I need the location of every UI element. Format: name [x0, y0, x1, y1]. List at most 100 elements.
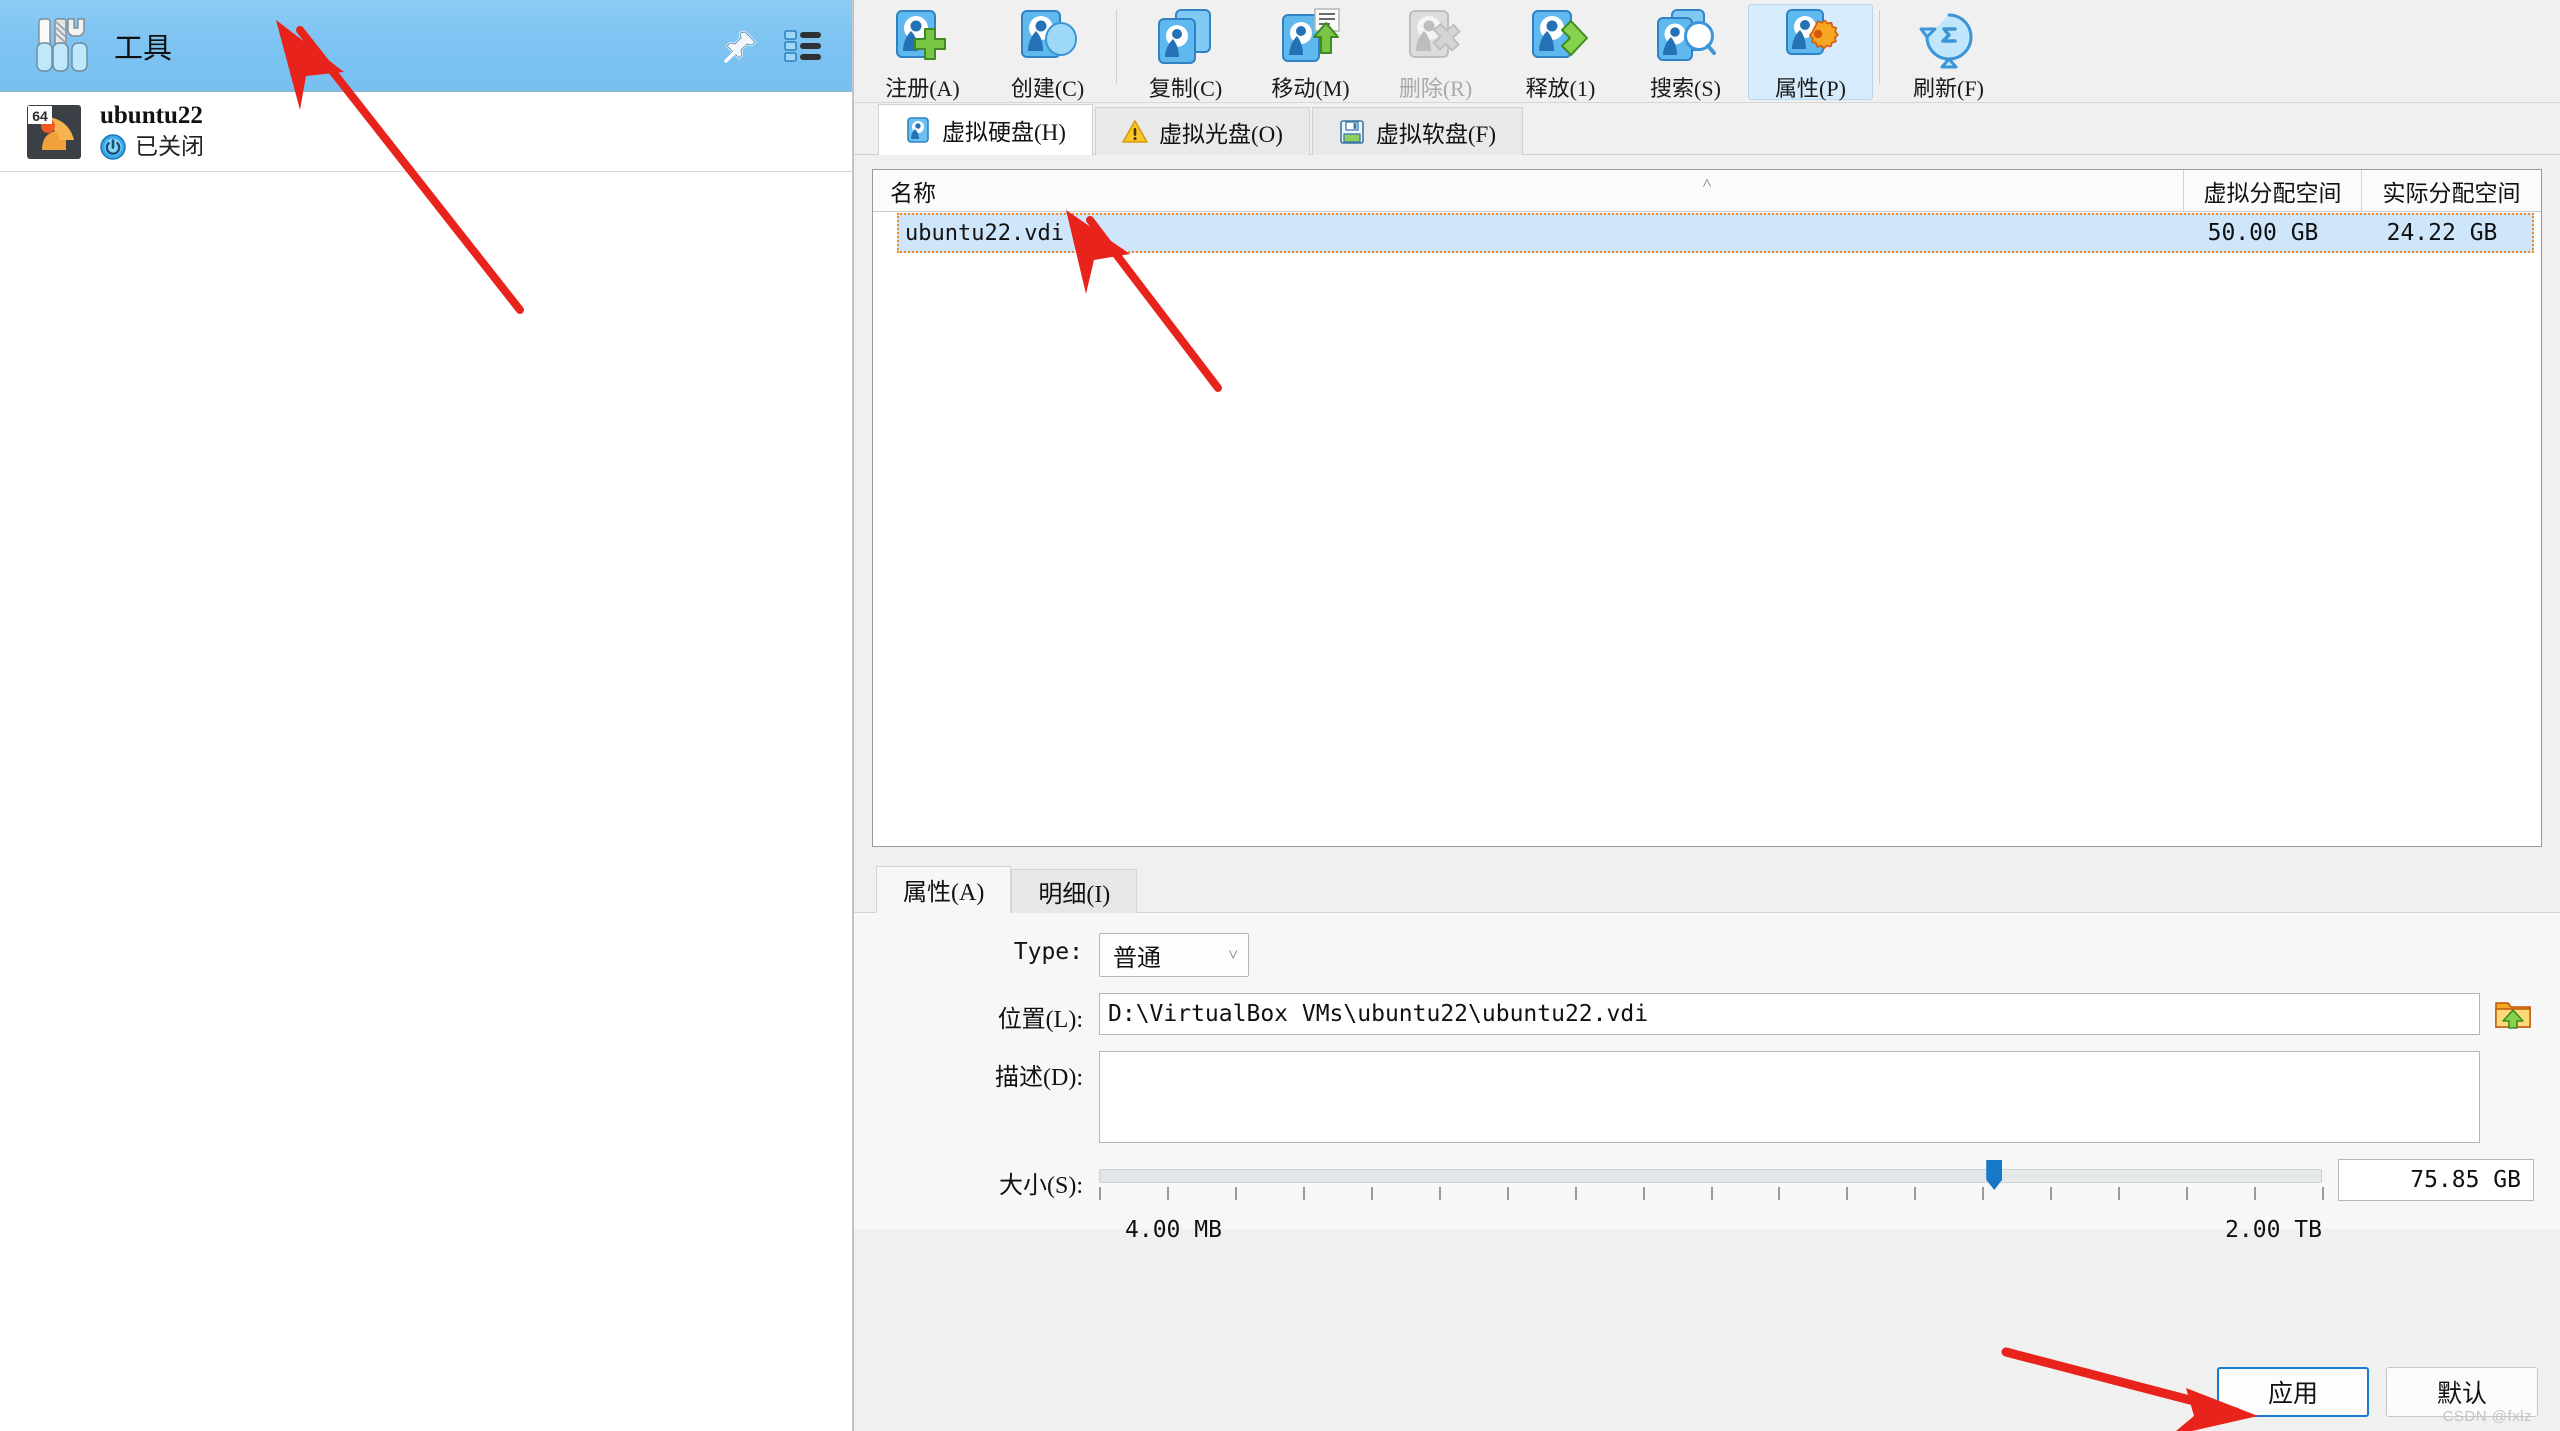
hard-disk-icon — [905, 117, 931, 143]
virtual-media-manager-window: 工具 64 ubuntu22 已关闭 注册(A) 创建(C) 复制(C) 移动(… — [0, 0, 2560, 1431]
properties-body: Type: 普通 ˅ 位置(L): D:\VirtualBox VMs\ubun… — [854, 913, 2560, 1243]
disk-search-icon — [1656, 9, 1716, 67]
tab-floppy-disks-label: 虚拟软盘(F) — [1375, 121, 1496, 147]
tab-hard-disks[interactable]: 虚拟硬盘(H) — [878, 104, 1093, 155]
slider-tick — [1166, 1187, 1169, 1200]
size-value-input[interactable]: 75.85 GB — [2338, 1159, 2534, 1201]
toolbar-button-register-label: 注册(A) — [885, 76, 960, 101]
tab-optical-disks-label: 虚拟光盘(O) — [1158, 121, 1283, 147]
tab-attributes-label: 属性(A) — [903, 880, 985, 906]
slider-tick — [1846, 1187, 1849, 1200]
location-row: 位置(L): D:\VirtualBox VMs\ubuntu22\ubuntu… — [854, 993, 2560, 1035]
slider-tick — [1914, 1187, 1917, 1200]
machine-sidebar: 工具 64 ubuntu22 已关闭 — [0, 0, 853, 1431]
toolbar-button-create-label: 创建(C) — [1010, 76, 1085, 101]
slider-tick — [1099, 1187, 1101, 1200]
toolbar-button-properties-label: 属性(P) — [1775, 76, 1846, 101]
apply-button[interactable]: 应用 — [2217, 1367, 2369, 1417]
disk-move-icon — [1281, 8, 1341, 67]
slider-tick — [1778, 1187, 1781, 1200]
tab-optical-disks[interactable]: 虚拟光盘(O) — [1094, 107, 1310, 155]
toolbar-button-refresh[interactable]: 刷新(F) — [1886, 4, 2011, 101]
cell-actual-size: 24.22 GB — [2386, 220, 2498, 246]
type-select[interactable]: 普通 ˅ — [1099, 933, 1249, 977]
toolbar-button-copy-label: 复制(C) — [1148, 76, 1223, 101]
sidebar-item-tools-label: 工具 — [114, 32, 173, 65]
size-max-label: 2.00 TB — [2225, 1217, 2322, 1243]
column-header-virtual-size[interactable]: 虚拟分配空间 — [2183, 170, 2361, 211]
toolbar-separator-2 — [1879, 10, 1880, 84]
slider-tick — [2322, 1187, 2324, 1200]
power-off-icon — [100, 134, 126, 161]
size-slider-fill — [1100, 1170, 1994, 1182]
browse-folder-button[interactable] — [2492, 993, 2534, 1035]
tab-hard-disks-label: 虚拟硬盘(H) — [942, 120, 1066, 145]
toolbar-button-remove-label: 删除(R) — [1398, 76, 1473, 101]
size-min-label: 4.00 MB — [1125, 1217, 1222, 1243]
ubuntu-vm-icon: 64 — [26, 104, 82, 160]
toolbar-button-properties[interactable]: 属性(P) — [1748, 4, 1873, 101]
location-input[interactable]: D:\VirtualBox VMs\ubuntu22\ubuntu22.vdi — [1099, 993, 2480, 1035]
tab-attributes[interactable]: 属性(A) — [876, 866, 1012, 913]
disk-create-icon — [1018, 9, 1078, 67]
location-label: 位置(L): — [997, 1007, 1083, 1033]
toolbar-button-create[interactable]: 创建(C) — [985, 4, 1110, 101]
vm-state-row: 已关闭 — [100, 134, 204, 161]
type-row: Type: 普通 ˅ — [854, 933, 2560, 977]
slider-tick — [1234, 1187, 1237, 1200]
tab-information[interactable]: 明细(I) — [1011, 869, 1138, 913]
slider-tick — [1438, 1187, 1441, 1200]
watermark: CSDN @fxlz — [2442, 1408, 2532, 1425]
chevron-down-icon: ˅ — [1228, 945, 1238, 964]
description-label: 描述(D): — [995, 1065, 1083, 1091]
size-row: 大小(S): 75.85 GB — [854, 1159, 2560, 1215]
slider-tick — [1710, 1187, 1713, 1200]
tab-information-label: 明细(I) — [1038, 882, 1111, 908]
media-table: 名称 ˄ 虚拟分配空间 实际分配空间 ubuntu22.vdi 50.00 GB… — [872, 169, 2542, 847]
toolbar-button-search-label: 搜索(S) — [1650, 76, 1721, 101]
slider-tick — [1302, 1187, 1305, 1200]
pin-icon[interactable] — [723, 28, 759, 64]
slider-tick — [2254, 1187, 2257, 1200]
toolbar-button-copy[interactable]: 复制(C) — [1123, 4, 1248, 101]
toolbar-button-release-label: 释放(1) — [1525, 76, 1596, 101]
slider-tick — [2050, 1187, 2053, 1200]
tools-icon — [30, 15, 92, 77]
disk-copy-icon — [1156, 9, 1216, 67]
table-row[interactable]: ubuntu22.vdi 50.00 GB 24.22 GB — [897, 213, 2534, 253]
svg-text:64: 64 — [32, 108, 48, 124]
size-slider-thumb[interactable] — [1986, 1160, 2003, 1190]
folder-open-icon — [2495, 1002, 2531, 1029]
media-type-tabs: 虚拟硬盘(H) 虚拟光盘(O) 虚拟软盘(F) — [854, 103, 2560, 155]
size-label: 大小(S): — [999, 1173, 1083, 1199]
toolbar-button-remove[interactable]: 删除(R) — [1373, 4, 1498, 101]
slider-tick — [2118, 1187, 2121, 1200]
toolbar-button-search[interactable]: 搜索(S) — [1623, 4, 1748, 101]
location-value: D:\VirtualBox VMs\ubuntu22\ubuntu22.vdi — [1108, 1001, 1649, 1027]
slider-tick — [1370, 1187, 1373, 1200]
column-header-actual-size[interactable]: 实际分配空间 — [2361, 170, 2541, 211]
column-header-name[interactable]: 名称 — [873, 170, 2183, 211]
sidebar-item-tools[interactable]: 工具 — [0, 0, 853, 92]
toolbar-button-register[interactable]: 注册(A) — [860, 4, 985, 101]
warning-icon — [1122, 119, 1148, 145]
cell-virtual-size: 50.00 GB — [2207, 220, 2319, 246]
size-slider[interactable] — [1099, 1159, 2324, 1215]
type-label: Type: — [1013, 939, 1083, 965]
description-textarea[interactable] — [1099, 1051, 2480, 1143]
tab-floppy-disks[interactable]: 虚拟软盘(F) — [1311, 107, 1523, 155]
slider-tick — [1506, 1187, 1509, 1200]
slider-tick — [1642, 1187, 1645, 1200]
vm-text-block: ubuntu22 已关闭 — [100, 102, 204, 161]
disk-add-icon — [893, 9, 953, 67]
type-select-value: 普通 — [1113, 945, 1161, 972]
sort-ascending-icon: ˄ — [1702, 175, 1712, 192]
vm-name: ubuntu22 — [100, 102, 203, 130]
toolbar-button-move[interactable]: 移动(M) — [1248, 4, 1373, 101]
apply-button-label: 应用 — [2267, 1381, 2318, 1408]
size-slider-track[interactable] — [1099, 1169, 2322, 1183]
media-manager-pane: 注册(A) 创建(C) 复制(C) 移动(M) 删除(R) 释放(1) 搜索(S… — [853, 0, 2560, 1431]
toolbar-button-release[interactable]: 释放(1) — [1498, 4, 1623, 101]
sidebar-item-vm-ubuntu22[interactable]: 64 ubuntu22 已关闭 — [0, 92, 853, 172]
list-view-icon[interactable] — [784, 29, 821, 62]
